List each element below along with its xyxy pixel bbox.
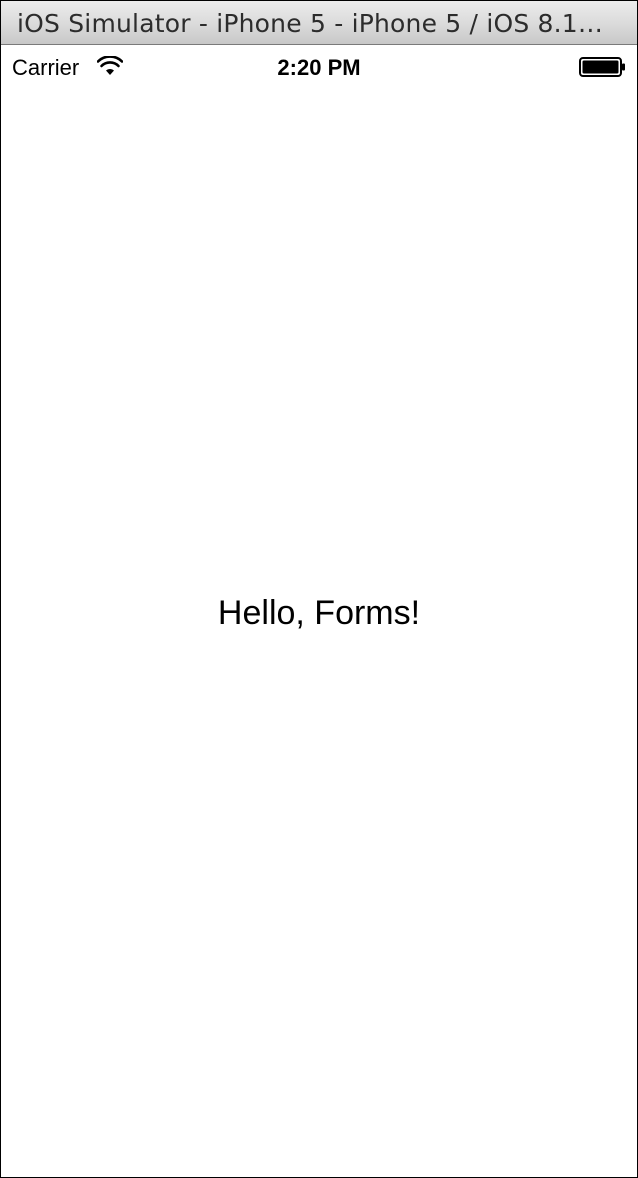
app-content: Hello, Forms! <box>1 88 637 1177</box>
window-title: iOS Simulator - iPhone 5 - iPhone 5 / iO… <box>17 9 604 38</box>
window-title-bar[interactable]: iOS Simulator - iPhone 5 - iPhone 5 / iO… <box>1 1 637 45</box>
battery-icon <box>579 57 625 77</box>
simulator-window: iOS Simulator - iPhone 5 - iPhone 5 / iO… <box>0 0 638 1178</box>
hello-label: Hello, Forms! <box>217 594 421 632</box>
status-time: 2:20 PM <box>277 55 361 80</box>
ios-status-bar: Carrier 2:20 PM <box>1 46 637 88</box>
